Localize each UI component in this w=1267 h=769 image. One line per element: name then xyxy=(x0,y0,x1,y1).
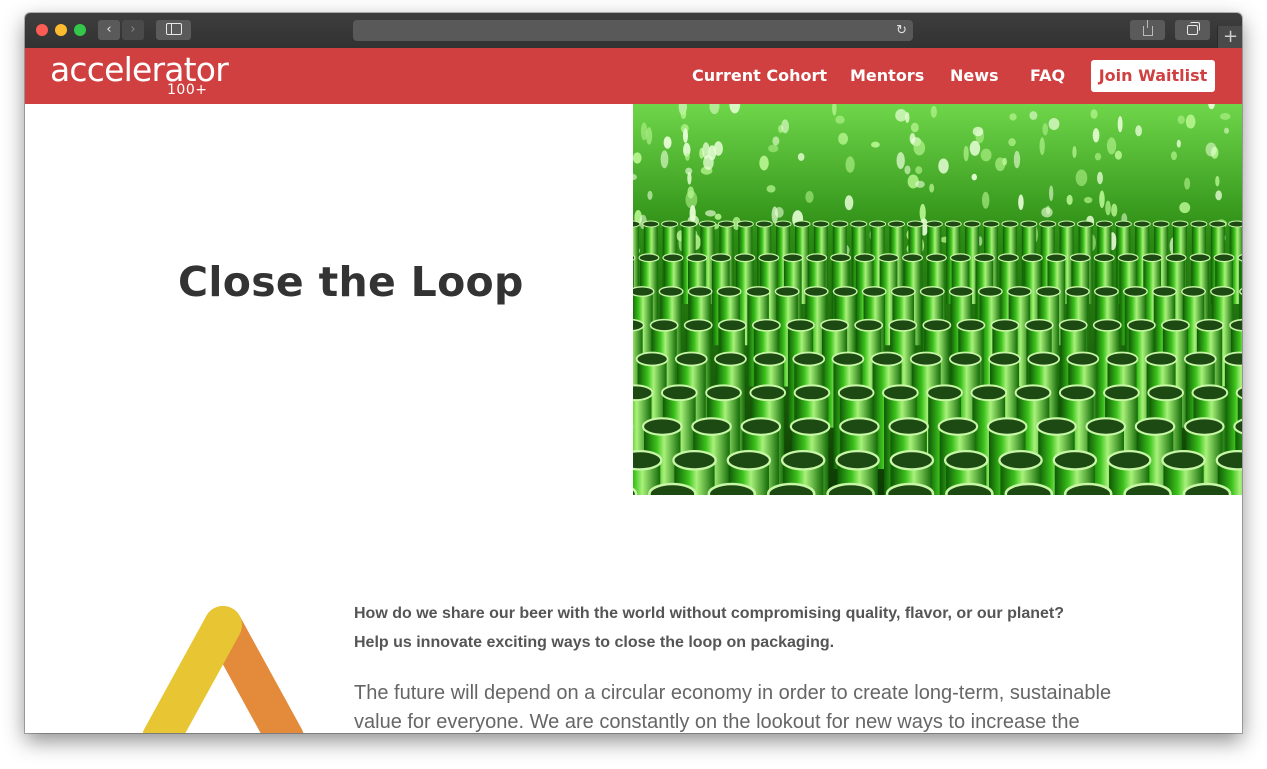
chevron-right-icon: › xyxy=(130,22,136,37)
tabs-icon xyxy=(1187,21,1200,35)
reload-icon[interactable]: ↻ xyxy=(896,20,907,41)
join-waitlist-button[interactable]: Join Waitlist xyxy=(1091,60,1215,92)
show-tabs-button[interactable] xyxy=(1175,20,1210,40)
site-header: accelerator 100+ Current Cohort Mentors … xyxy=(25,48,1242,104)
nav-link-mentors[interactable]: Mentors xyxy=(850,66,924,86)
back-button[interactable]: ‹ xyxy=(98,20,120,40)
hero-image-green-bottles xyxy=(633,104,1242,495)
forward-button[interactable]: › xyxy=(122,20,144,40)
sidebar-icon xyxy=(165,22,182,35)
zoom-window-button[interactable] xyxy=(74,24,86,36)
body-line: value for everyone. We are constantly on… xyxy=(354,711,1080,733)
logo-subtitle: 100+ xyxy=(167,82,208,98)
minimize-window-button[interactable] xyxy=(55,24,67,36)
lead-line: How do we share our beer with the world … xyxy=(354,605,1064,622)
triangle-logo-graphic xyxy=(125,603,315,733)
address-bar[interactable]: ↻ xyxy=(353,20,913,41)
share-button[interactable] xyxy=(1130,19,1165,40)
lead-line: Help us innovate exciting ways to close … xyxy=(354,634,835,651)
chevron-left-icon: ‹ xyxy=(106,22,112,37)
nav-link-faq[interactable]: FAQ xyxy=(1030,66,1065,86)
page-title: Close the Loop xyxy=(178,258,524,306)
plus-icon: + xyxy=(1222,26,1239,47)
lead-paragraph: How do we share our beer with the world … xyxy=(354,599,1154,657)
browser-window: ‹ › ↻ + accelerator 100+ Current Cohort … xyxy=(25,13,1242,733)
share-icon xyxy=(1142,19,1153,36)
sidebar-toggle-button[interactable] xyxy=(156,20,191,40)
nav-link-news[interactable]: News xyxy=(950,66,999,86)
close-window-button[interactable] xyxy=(36,24,48,36)
new-tab-button[interactable]: + xyxy=(1217,26,1242,48)
body-paragraph: The future will depend on a circular eco… xyxy=(354,679,1154,733)
browser-toolbar: ‹ › ↻ + xyxy=(25,13,1242,49)
body-line: The future will depend on a circular eco… xyxy=(354,682,1112,704)
nav-link-current-cohort[interactable]: Current Cohort xyxy=(692,66,827,86)
